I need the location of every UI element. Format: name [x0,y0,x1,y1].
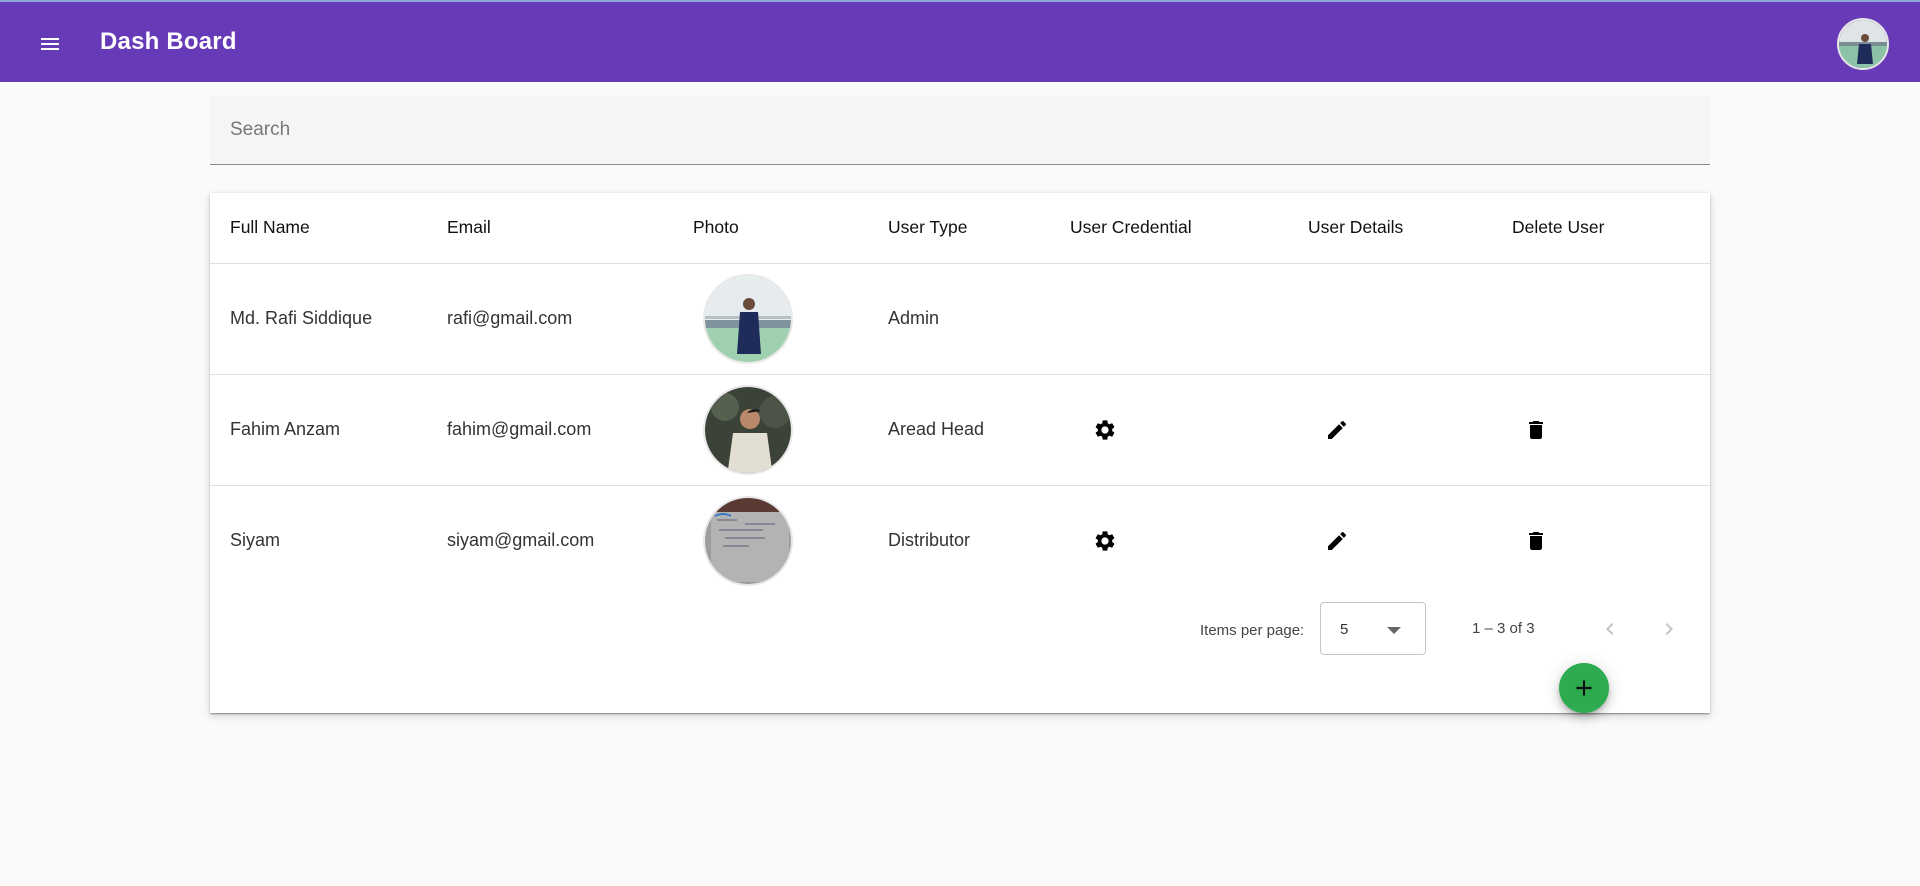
previous-page-button[interactable] [1590,609,1630,649]
table-row: Siyam siyam@gmail.com Distributor [210,485,1710,596]
cell-user-type: Aread Head [888,374,1070,486]
items-per-page-value: 5 [1340,621,1349,638]
column-header-email[interactable]: Email [447,193,693,264]
chevron-left-icon [1606,623,1614,635]
cell-user-type: Admin [888,263,1070,375]
cell-user-credential-empty [1070,263,1308,375]
cell-user-details-empty [1308,263,1512,375]
menu-button[interactable] [30,24,70,64]
users-table-card: Full Name Email Photo User Type User Cre… [210,193,1710,713]
items-per-page-select[interactable]: 5 [1320,602,1426,655]
table-row: Md. Rafi Siddique rafi@gmail.com Admin [210,263,1710,375]
add-user-button[interactable] [1559,663,1609,713]
avatar-photo [1839,20,1887,68]
dropdown-arrow-icon [1387,627,1401,634]
trash-icon [1529,531,1543,550]
table-header-row: Full Name Email Photo User Type User Cre… [210,193,1710,264]
user-credential-button[interactable] [1085,521,1125,561]
cell-email: siyam@gmail.com [447,530,595,551]
column-header-full-name[interactable]: Full Name [210,193,447,264]
search-field[interactable] [210,96,1710,165]
top-toolbar: Dash Board [0,0,1920,82]
user-photo [703,384,793,475]
column-header-user-type[interactable]: User Type [888,193,1070,264]
page-range-label: 1 – 3 of 3 [1472,620,1535,637]
next-page-button[interactable] [1649,609,1689,649]
profile-avatar[interactable] [1837,18,1889,70]
cell-full-name: Fahim Anzam [210,374,447,486]
user-photo [703,273,793,364]
delete-user-button[interactable] [1516,521,1556,561]
items-per-page-label: Items per page: [1200,622,1305,639]
gear-icon [1095,531,1115,551]
cell-full-name: Siyam [230,530,281,551]
edit-user-button[interactable] [1317,521,1357,561]
chevron-right-icon [1665,623,1673,635]
cell-delete-user-empty [1512,263,1710,375]
cell-full-name: Md. Rafi Siddique [210,263,447,375]
user-photo [703,495,793,586]
delete-user-button[interactable] [1516,410,1556,450]
paginator: Items per page: 5 1 – 3 of 3 [210,602,1710,656]
trash-icon [1529,420,1543,439]
column-header-photo[interactable]: Photo [693,193,888,264]
search-input[interactable] [210,96,1710,164]
gear-icon [1095,419,1115,440]
cell-email: rafi@gmail.com [447,263,693,375]
plus-icon [1576,680,1592,696]
user-credential-button[interactable] [1085,410,1125,450]
table-row: Fahim Anzam fahim@gmail.com Aread Head [210,374,1710,486]
column-header-delete-user[interactable]: Delete User [1512,193,1710,264]
page-title: Dash Board [100,28,237,55]
column-header-user-credential[interactable]: User Credential [1070,193,1308,264]
cell-email: fahim@gmail.com [447,374,693,486]
edit-icon [1328,531,1347,550]
edit-user-button[interactable] [1317,410,1357,450]
column-header-user-details[interactable]: User Details [1308,193,1512,264]
users-table: Full Name Email Photo User Type User Cre… [210,193,1710,596]
cell-user-type: Distributor [888,530,971,551]
menu-icon [41,38,59,50]
edit-icon [1328,420,1347,439]
